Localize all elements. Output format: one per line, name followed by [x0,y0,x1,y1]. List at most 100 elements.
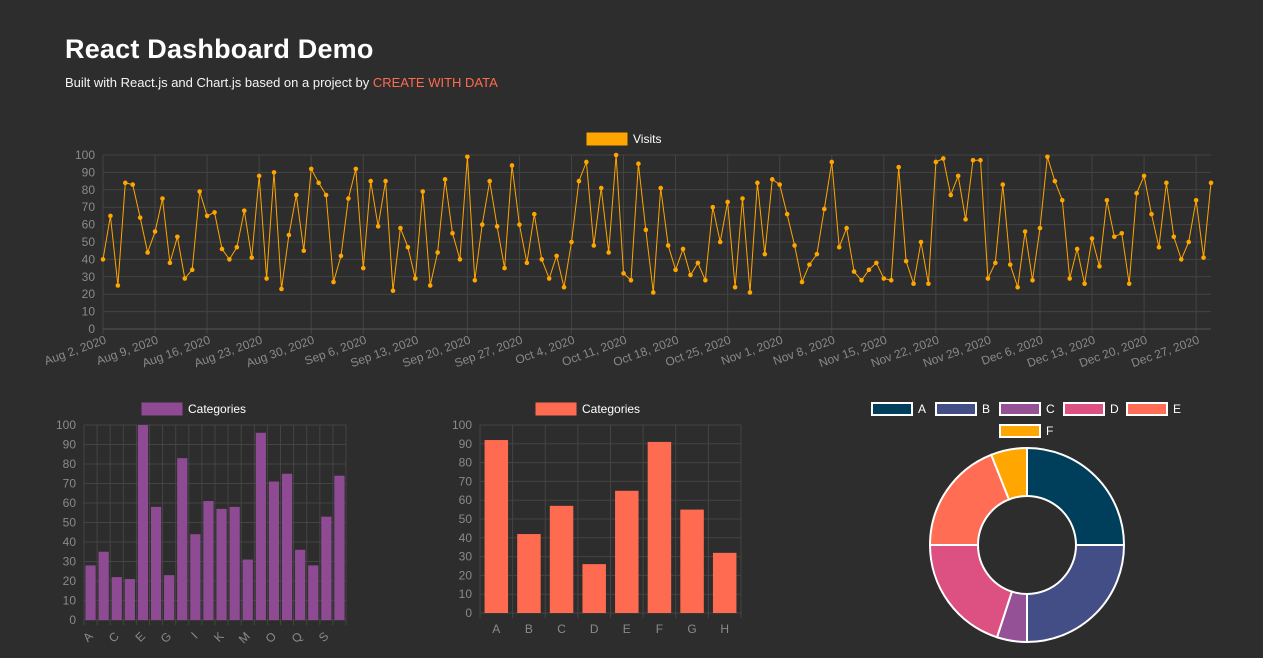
purple-bar [85,565,96,620]
donut-legend-label-c: C [1046,402,1055,416]
visits-point [130,182,136,187]
visits-point [450,231,455,236]
visits-point [271,170,277,175]
visits-point [517,222,522,227]
purple-bar [242,559,253,620]
visits-point [1178,257,1184,262]
visits-point [903,258,909,264]
purple-bar [137,425,149,620]
visits-point [725,199,730,205]
purple-x-tick: M [236,629,253,646]
purple-x-tick: G [158,629,175,646]
purple-bar [164,575,175,620]
donut-legend-label-a: A [918,402,926,416]
coral-legend-swatch [535,402,577,416]
visits-point [532,211,537,217]
coral-bar [549,505,574,613]
donut-legend-swatch-f [999,424,1041,438]
visits-point [569,239,574,245]
visits-point [1201,255,1206,260]
visits-point [427,283,433,288]
purple-bar [321,516,332,620]
visits-point [896,164,901,170]
coral-bar [647,441,672,613]
visits-point [1134,190,1139,196]
visits-point [650,290,656,295]
purple-x-tick: C [106,629,122,645]
visits-point [1112,234,1117,240]
visits-point [167,260,173,266]
purple-x-tick: O [263,629,280,646]
visits-point [212,210,217,215]
visits-point [851,269,857,274]
purple-bar [295,549,306,620]
visits-point [115,283,121,288]
purple-y-tick: 60 [63,496,77,510]
visits-point [368,178,374,184]
visits-point [844,225,849,231]
visits-legend-swatch [586,132,628,146]
purple-bar [334,475,345,620]
visits-point [219,246,225,252]
donut-slice-a [1026,446,1126,546]
visits-point [1030,277,1035,283]
visits-point [613,152,619,158]
categories-bar-chart-coral: Categories 0 10 20 30 40 50 60 70 80 90 100 A B C D E F G H [452,402,742,636]
visits-point [1193,197,1199,203]
visits-point [792,243,797,248]
visits-point [346,196,351,201]
visits-point [487,178,492,184]
visits-point [807,262,812,267]
visits-point [413,276,418,281]
visits-point [963,217,968,222]
visits-point [732,284,738,290]
visits-point [301,248,307,253]
visits-point [316,180,321,186]
visits-point [353,166,359,172]
visits-point [494,224,500,229]
purple-y-tick: 80 [63,457,77,471]
visits-point [145,250,150,255]
donut-slice-d [928,544,1014,639]
visits-point [375,224,381,229]
visits-point [703,277,708,283]
visits-point [822,206,827,212]
visits-point [1126,281,1132,287]
purple-bar [190,534,201,620]
purple-y-tick: 10 [63,594,77,608]
coral-legend-label: Categories [582,402,640,416]
visits-point [866,267,872,273]
visits-point [888,277,894,283]
visits-point [390,288,396,294]
visits-line-chart: Visits0102030405060708090100Aug 2, 2020A… [42,132,1214,370]
visits-point [1208,180,1214,186]
visits-point [584,159,589,165]
purple-x-tick: Q [289,629,306,646]
visits-point [1119,231,1125,236]
visits-point [360,265,366,271]
visits-point [1074,246,1080,252]
donut-slice-b [1026,544,1126,644]
donut-legend-label-f: F [1046,424,1053,438]
coral-bar [615,490,639,613]
visits-point [308,166,314,172]
visits-point [160,196,165,201]
visits-point [1186,239,1191,245]
purple-bar [111,577,122,620]
visits-point [777,182,782,187]
visits-point [264,276,269,281]
coral-y-tick: 60 [459,493,473,507]
visits-point [598,185,604,191]
coral-x-tick: F [656,622,663,636]
visits-point [918,239,924,245]
purple-x-tick: K [211,629,227,645]
visits-point [1015,284,1020,290]
coral-x-tick: G [687,622,696,636]
visits-y-tick: 40 [82,252,96,266]
visits-point [591,243,597,248]
visits-point [502,265,507,271]
visits-point [993,260,998,266]
visits-point [621,271,626,276]
visits-point [814,251,820,257]
visits-point [1164,180,1169,186]
